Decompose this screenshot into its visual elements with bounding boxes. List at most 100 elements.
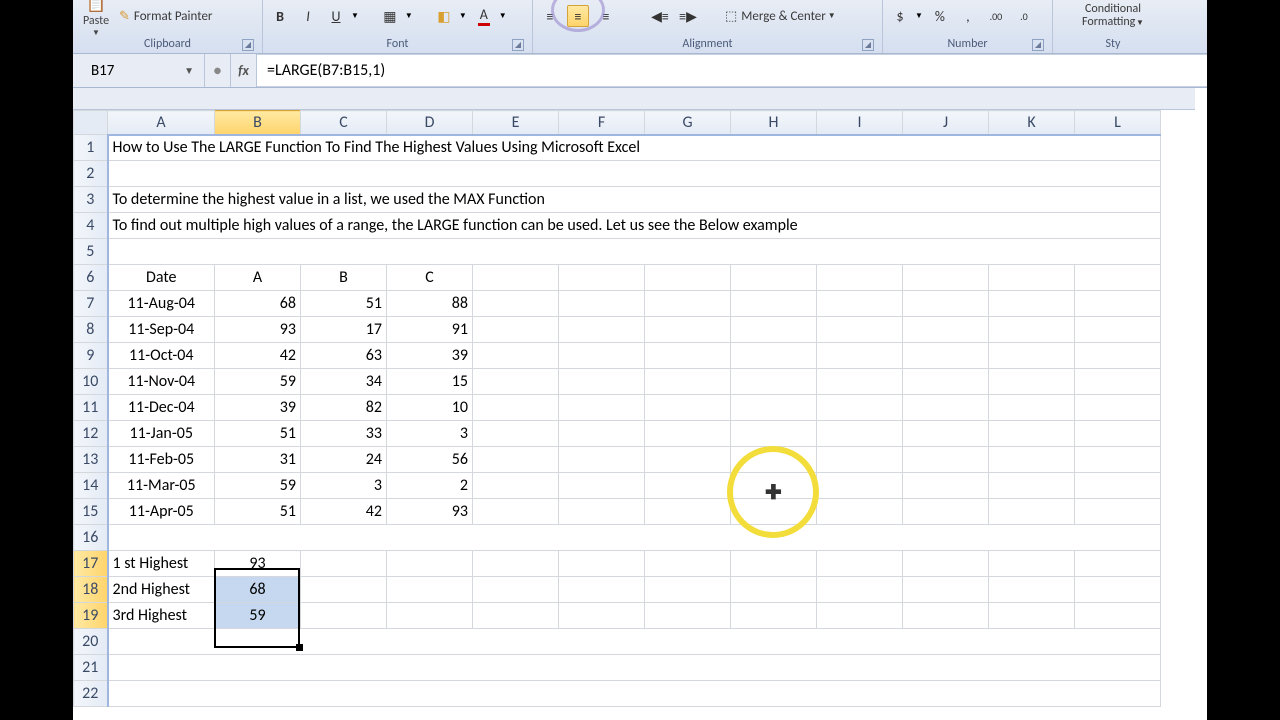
cell[interactable] [473,603,559,629]
column-header[interactable]: H [731,111,817,135]
cell[interactable]: 33 [301,421,387,447]
cell[interactable] [108,239,1161,265]
cell[interactable] [731,603,817,629]
cell[interactable]: 15 [387,369,473,395]
cell[interactable] [1075,577,1161,603]
row-header[interactable]: 11 [74,395,108,421]
cell[interactable]: 51 [301,291,387,317]
font-color-button[interactable]: A [473,5,495,27]
cell[interactable] [817,265,903,291]
cell[interactable]: 24 [301,447,387,473]
cell[interactable] [1075,473,1161,499]
increase-indent-button[interactable]: ≡▶ [677,5,699,27]
cell[interactable]: 3 [301,473,387,499]
cell[interactable] [989,265,1075,291]
cell[interactable]: 93 [387,499,473,525]
cell[interactable] [817,447,903,473]
cell[interactable]: B [301,265,387,291]
cell[interactable] [645,369,731,395]
paste-button[interactable]: 📋 Paste ▼ [79,0,113,38]
currency-button[interactable]: $ [889,5,911,27]
cell[interactable]: C [387,265,473,291]
worksheet-grid[interactable]: ABCDEFGHIJKL1How to Use The LARGE Functi… [73,110,1207,707]
cell[interactable]: 1 st Highest [108,551,215,577]
column-header[interactable]: L [1075,111,1161,135]
cell[interactable]: 93 [215,551,301,577]
select-all-corner[interactable] [74,111,108,135]
cell[interactable] [1075,317,1161,343]
column-header[interactable]: D [387,111,473,135]
cell[interactable] [559,577,645,603]
row-header[interactable]: 3 [74,187,108,213]
cell[interactable] [108,525,1161,551]
column-header[interactable]: J [903,111,989,135]
cell[interactable]: Date [108,265,215,291]
cell[interactable] [989,343,1075,369]
cell[interactable] [473,369,559,395]
cell[interactable] [559,343,645,369]
row-header[interactable]: 9 [74,343,108,369]
dialog-launcher-icon[interactable]: ◢ [242,39,254,51]
cell[interactable]: 56 [387,447,473,473]
chevron-down-icon[interactable]: ▼ [499,11,507,21]
cell[interactable]: 17 [301,317,387,343]
cell[interactable]: A [215,265,301,291]
align-bottom-button[interactable]: ≡ [595,5,617,27]
row-header[interactable]: 20 [74,629,108,655]
chevron-down-icon[interactable]: ▼ [351,11,359,21]
cell[interactable] [903,499,989,525]
cell[interactable] [473,421,559,447]
cell[interactable] [989,291,1075,317]
cell[interactable]: 10 [387,395,473,421]
dialog-launcher-icon[interactable]: ◢ [862,39,874,51]
cell[interactable] [817,421,903,447]
cell[interactable] [817,603,903,629]
cell[interactable] [903,447,989,473]
cell[interactable] [645,577,731,603]
column-header[interactable]: G [645,111,731,135]
cell[interactable]: 51 [215,499,301,525]
cell[interactable] [473,577,559,603]
name-box[interactable]: B17 ▼ [73,54,205,87]
cell[interactable] [1075,603,1161,629]
cell[interactable] [559,369,645,395]
cell[interactable] [731,265,817,291]
cell[interactable] [559,291,645,317]
cell[interactable] [559,499,645,525]
cell[interactable] [989,395,1075,421]
align-middle-button[interactable]: ≡ [567,5,589,27]
cell[interactable] [989,499,1075,525]
row-header[interactable]: 22 [74,681,108,707]
formula-input[interactable]: =LARGE(B7:B15,1) [257,54,1207,87]
cell[interactable] [473,343,559,369]
cell[interactable] [559,265,645,291]
cell[interactable] [817,291,903,317]
cell[interactable] [817,317,903,343]
cell[interactable]: 34 [301,369,387,395]
cell[interactable] [1075,343,1161,369]
column-header[interactable]: K [989,111,1075,135]
cell[interactable] [989,577,1075,603]
cell[interactable]: 11-Apr-05 [108,499,215,525]
cell[interactable] [903,369,989,395]
decrease-decimal-button[interactable]: .0 [1013,5,1035,27]
cell[interactable] [301,551,387,577]
cell[interactable]: 11-Oct-04 [108,343,215,369]
cell[interactable] [473,499,559,525]
cell[interactable]: 59 [215,369,301,395]
cell[interactable]: 39 [215,395,301,421]
cell[interactable] [731,395,817,421]
conditional-formatting-button[interactable]: Conditional Formatting ▼ [1082,3,1144,30]
cell[interactable] [387,603,473,629]
cell[interactable] [473,473,559,499]
dialog-launcher-icon[interactable]: ◢ [1032,39,1044,51]
cell[interactable] [731,577,817,603]
cell[interactable]: 11-Mar-05 [108,473,215,499]
cell[interactable] [903,395,989,421]
chevron-down-icon[interactable]: ▼ [405,11,413,21]
cell[interactable] [731,551,817,577]
cell[interactable] [559,395,645,421]
cell[interactable] [989,473,1075,499]
cell[interactable] [817,473,903,499]
cell[interactable] [903,473,989,499]
